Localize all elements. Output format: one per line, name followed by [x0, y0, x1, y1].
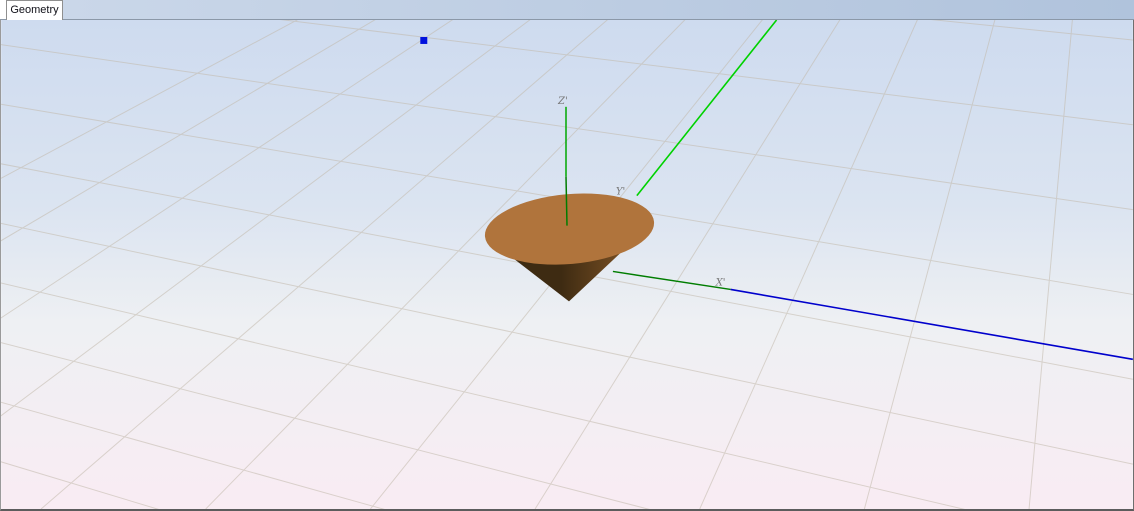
viewport-3d[interactable]: Z' Y' X': [0, 20, 1134, 511]
z-axis-label: Z': [557, 96, 568, 107]
x-axis-label: X': [715, 277, 726, 288]
vertex-point-marker[interactable]: [420, 37, 427, 44]
tab-geometry-label: Geometry: [10, 5, 58, 16]
y-axis-label: Y': [616, 187, 625, 198]
scene-canvas: Z' Y' X': [1, 20, 1133, 509]
tab-bar: Geometry: [0, 0, 1134, 20]
tab-geometry[interactable]: Geometry: [6, 0, 63, 20]
z-axis-line-lower[interactable]: [566, 177, 567, 226]
tab-strip-background: [63, 0, 1134, 19]
